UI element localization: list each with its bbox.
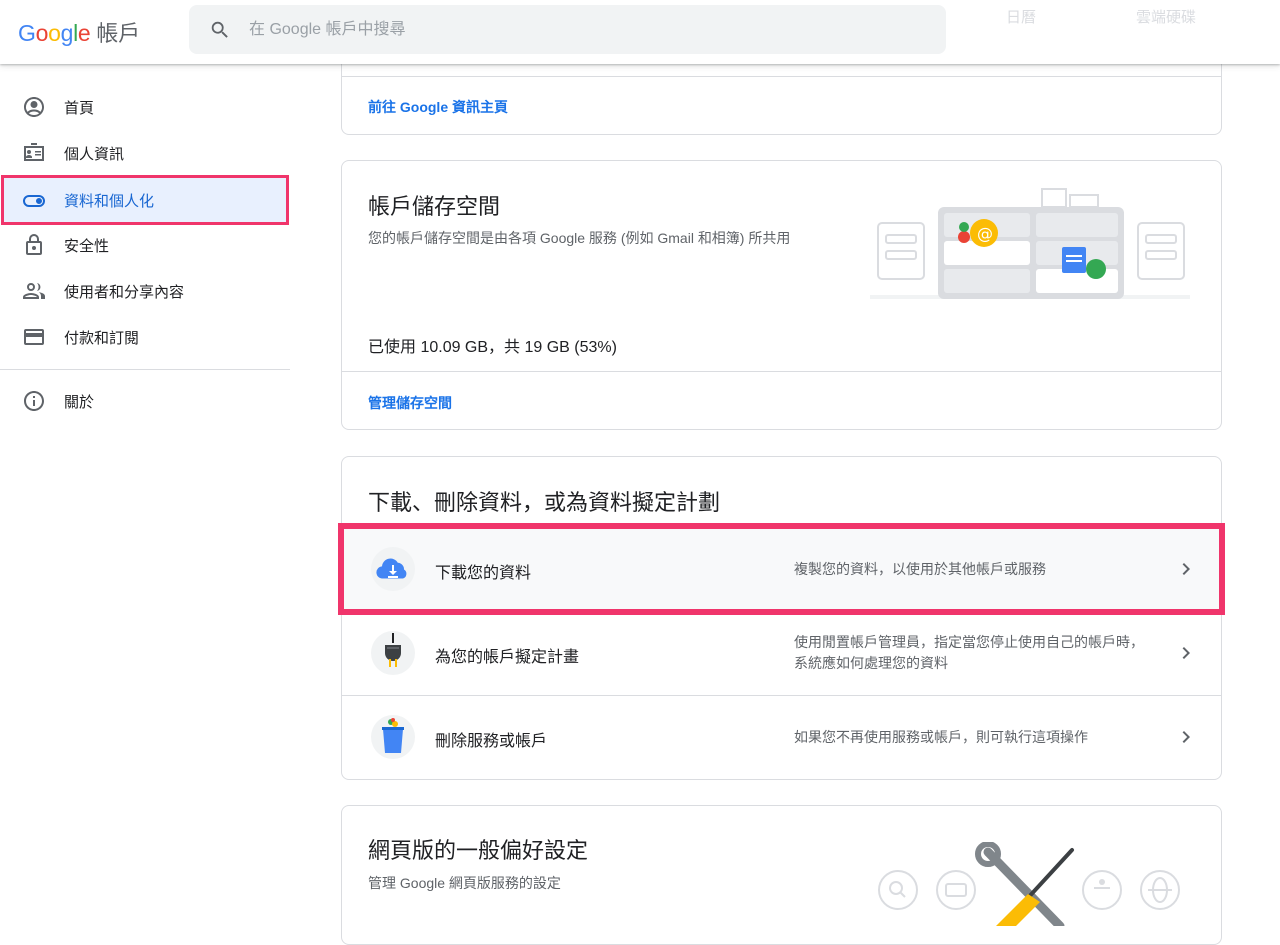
web-prefs-illustration [878, 842, 1180, 926]
plan-account-row[interactable]: 為您的帳戶擬定計畫 使用閒置帳戶管理員，指定當您停止使用自己的帳戶時，系統應如何… [342, 611, 1221, 695]
cloud-download-icon [371, 547, 415, 591]
top-bar: Google帳戶 日曆 雲端硬碟 [0, 0, 1280, 64]
lock-icon [26, 234, 42, 255]
toggle-icon [23, 195, 45, 207]
sidebar-item-label: 個人資訊 [64, 145, 125, 163]
sidebar-item-label: 安全性 [64, 237, 110, 255]
sidebar-item-payments[interactable]: 付款和訂閱 [0, 314, 290, 360]
sidebar-item-home[interactable]: 首頁 [0, 84, 290, 130]
sidebar-item-security[interactable]: 安全性 [0, 222, 290, 268]
storage-title: 帳戶儲存空間 [368, 194, 501, 219]
chevron-right-icon [1182, 563, 1190, 575]
card-divider [342, 371, 1221, 372]
download-section-title: 下載、刪除資料，或為資料擬定計劃 [368, 490, 721, 515]
sidebar-item-about[interactable]: 關於 [0, 378, 290, 424]
sidebar-item-personal-info[interactable]: 個人資訊 [0, 130, 290, 176]
search-bar[interactable] [189, 5, 946, 54]
search-icon[interactable] [209, 19, 231, 41]
download-delete-card: 下載、刪除資料，或為資料擬定計劃 下載您的資料 複製您的資料，以使用於其他帳戶或… [338, 456, 1225, 780]
storage-subtitle: 您的帳戶儲存空間是由各項 Google 服務 (例如 Gmail 和相簿) 所共… [368, 230, 791, 246]
sidebar-item-label: 付款和訂閱 [64, 329, 140, 347]
delete-service-row[interactable]: 刪除服務或帳戶 如果您不再使用服務或帳戶，則可執行這項操作 [342, 695, 1221, 779]
chevron-right-icon [1182, 647, 1190, 659]
go-to-dashboard-link[interactable]: 前往 Google 資訊主頁 [368, 97, 508, 117]
product-name: 帳戶 [96, 21, 140, 46]
trash-can-icon [371, 715, 415, 759]
sidebar-item-label: 使用者和分享內容 [64, 283, 185, 301]
web-prefs-subtitle: 管理 Google 網頁版服務的設定 [368, 875, 561, 891]
row-title: 下載您的資料 [435, 565, 532, 582]
row-title: 刪除服務或帳戶 [435, 733, 548, 750]
row-description: 使用閒置帳戶管理員，指定當您停止使用自己的帳戶時，系統應如何處理您的資料 [794, 634, 1144, 671]
info-icon [24, 391, 44, 411]
credit-card-icon [24, 329, 44, 345]
svg-text:@: @ [977, 224, 993, 243]
download-data-row[interactable]: 下載您的資料 複製您的資料，以使用於其他帳戶或服務 [338, 523, 1225, 615]
manage-storage-link[interactable]: 管理儲存空間 [368, 393, 452, 413]
account-circle-icon [24, 97, 44, 117]
faded-header-link[interactable]: 雲端硬碟 [1136, 6, 1196, 27]
storage-card: 帳戶儲存空間 您的帳戶儲存空間是由各項 Google 服務 (例如 Gmail … [341, 160, 1222, 430]
chevron-right-icon [1182, 731, 1190, 743]
people-icon [23, 283, 45, 299]
google-account-logo[interactable]: Google 帳戶 [18, 16, 140, 48]
storage-usage: 已使用 10.09 GB，共 19 GB (53%) [368, 339, 617, 356]
google-wordmark: Google [18, 20, 91, 46]
sidebar-item-label: 關於 [64, 393, 95, 411]
search-input[interactable] [249, 5, 929, 54]
web-preferences-card: 網頁版的一般偏好設定 管理 Google 網頁版服務的設定 [341, 805, 1222, 945]
row-description: 如果您不再使用服務或帳戶，則可執行這項操作 [794, 729, 1088, 745]
card-divider [342, 76, 1221, 77]
sidebar-divider [0, 369, 290, 370]
storage-illustration: @ [870, 188, 1190, 299]
row-description: 複製您的資料，以使用於其他帳戶或服務 [794, 561, 1046, 577]
sidebar-item-data-personalization[interactable]: 資料和個人化 [1, 175, 289, 225]
sidebar-item-people-sharing[interactable]: 使用者和分享內容 [0, 268, 290, 314]
id-card-icon [24, 143, 44, 161]
sidebar-item-label: 資料和個人化 [64, 192, 155, 210]
sidebar-item-label: 首頁 [64, 99, 95, 117]
web-prefs-title: 網頁版的一般偏好設定 [368, 838, 589, 863]
row-title: 為您的帳戶擬定計畫 [435, 649, 580, 666]
plug-icon [371, 631, 415, 675]
faded-header-link[interactable]: 日曆 [1006, 6, 1036, 27]
